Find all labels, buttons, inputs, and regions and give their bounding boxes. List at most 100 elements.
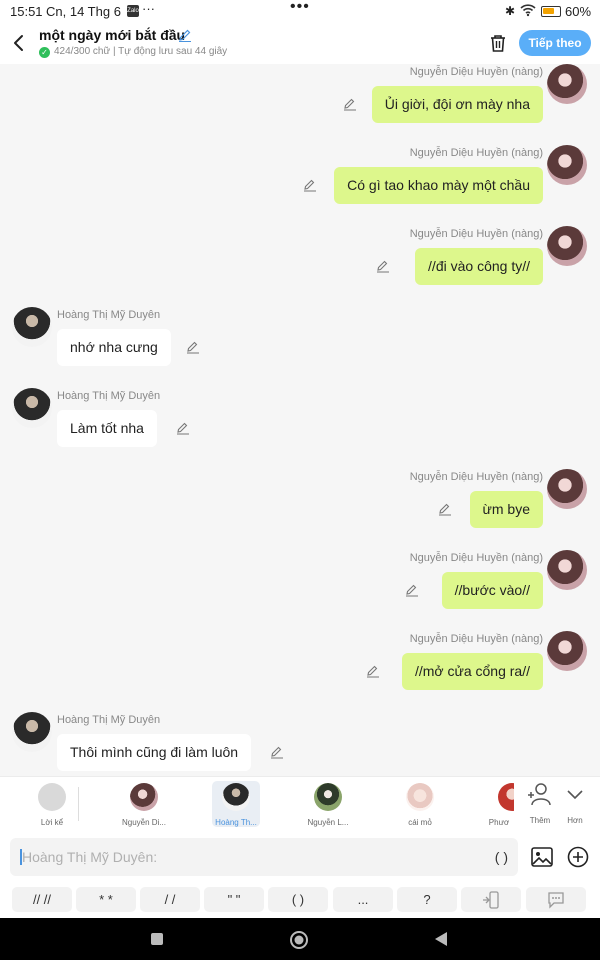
- page-title[interactable]: một ngày mới bắt đầu: [39, 27, 185, 43]
- add-character-label: Thêm: [529, 816, 551, 825]
- wifi-icon: [520, 4, 536, 17]
- parentheses-button[interactable]: ( ): [495, 849, 508, 865]
- edit-message-icon[interactable]: [376, 259, 390, 273]
- avatar[interactable]: [12, 388, 52, 428]
- edit-message-icon[interactable]: [438, 502, 452, 516]
- edit-message-icon[interactable]: [186, 340, 200, 354]
- character-item[interactable]: Nguyễn L...: [304, 781, 352, 827]
- edit-message-icon[interactable]: [405, 583, 419, 597]
- character-name: Hoàng Th...: [215, 818, 257, 827]
- quick-key[interactable]: * *: [76, 887, 136, 912]
- avatar[interactable]: [12, 307, 52, 347]
- avatar[interactable]: [547, 226, 587, 266]
- bluetooth-icon: ✱: [505, 4, 516, 18]
- multiwindow-dots-icon[interactable]: •••: [290, 0, 310, 16]
- input-bar: Hoàng Thị Mỹ Duyên: ( ): [0, 832, 600, 882]
- character-name: Phươ: [488, 818, 510, 827]
- phone-key[interactable]: [461, 887, 521, 912]
- status-date: Cn, 14 Thg 6: [46, 4, 121, 19]
- header: một ngày mới bắt đầu ✓ 424/300 chữ | Tự đ…: [0, 24, 600, 64]
- quick-key[interactable]: // //: [12, 887, 72, 912]
- chat-key[interactable]: [526, 887, 586, 912]
- add-icon[interactable]: [567, 846, 589, 868]
- edit-message-icon[interactable]: [176, 421, 190, 435]
- save-status-text: 424/300 chữ | Tự động lưu sau 44 giây: [54, 46, 228, 57]
- status-more-icon: ···: [142, 1, 155, 16]
- home-icon[interactable]: [289, 930, 309, 950]
- notification-icon: Zalo: [127, 5, 139, 17]
- edit-message-icon[interactable]: [303, 178, 317, 192]
- avatar: [130, 783, 158, 811]
- image-icon[interactable]: [531, 847, 553, 867]
- message-bubble[interactable]: Ủi giời, đội ơn mày nha: [371, 86, 543, 123]
- quick-key[interactable]: ...: [333, 887, 393, 912]
- back-nav-icon[interactable]: [434, 931, 448, 947]
- message-row: Nguyễn Diệu Huyền (nàng) //đi vào công t…: [0, 226, 600, 307]
- chevron-down-icon: [567, 790, 583, 800]
- status-time: 15:51: [10, 4, 43, 19]
- message-input[interactable]: Hoàng Thị Mỹ Duyên: ( ): [10, 838, 518, 876]
- avatar: [498, 783, 514, 811]
- edit-message-icon[interactable]: [343, 97, 357, 111]
- quick-key[interactable]: ( ): [268, 887, 328, 912]
- message-row: Hoàng Thị Mỹ Duyên Làm tốt nha: [0, 388, 600, 469]
- recents-icon[interactable]: [150, 932, 164, 946]
- quick-key[interactable]: ?: [397, 887, 457, 912]
- narrator-icon: [38, 783, 66, 811]
- message-row: Nguyễn Diệu Huyền (nàng) //mở cửa cổng r…: [0, 631, 600, 712]
- avatar[interactable]: [547, 145, 587, 185]
- add-person-icon: [528, 783, 551, 806]
- quick-insert-bar: // // * * / / " " ( ) ... ?: [0, 882, 600, 918]
- battery-percent: 60%: [565, 4, 592, 19]
- avatar[interactable]: [547, 469, 587, 509]
- message-row: Nguyễn Diệu Huyền (nàng) Có gì tao khao …: [0, 145, 600, 226]
- message-bubble[interactable]: //mở cửa cổng ra//: [401, 653, 543, 690]
- sender-name: Nguyễn Diệu Huyền (nàng): [409, 66, 543, 78]
- avatar[interactable]: [12, 712, 52, 752]
- edit-message-icon[interactable]: [270, 745, 284, 759]
- avatar: [222, 783, 250, 811]
- message-bubble[interactable]: //bước vào//: [441, 572, 543, 609]
- character-item[interactable]: cái mỏ: [396, 781, 444, 827]
- message-bubble[interactable]: Thôi mình cũng đi làm luôn: [57, 734, 252, 771]
- system-nav-bar: [0, 918, 600, 960]
- save-status: ✓ 424/300 chữ | Tự động lưu sau 44 giây: [39, 46, 227, 58]
- character-name: cái mỏ: [408, 818, 432, 827]
- character-item[interactable]: Nguyễn Di...: [120, 781, 168, 827]
- message-row: Hoàng Thị Mỹ Duyên nhớ nha cưng: [0, 307, 600, 388]
- sender-name: Hoàng Thị Mỹ Duyên: [57, 714, 161, 726]
- character-item-selected[interactable]: Hoàng Th...: [212, 781, 260, 827]
- avatar: [406, 783, 434, 811]
- character-item[interactable]: Phươ: [488, 781, 514, 827]
- message-row: Nguyễn Diệu Huyền (nàng) //bước vào//: [0, 550, 600, 631]
- character-narrator[interactable]: Lời kể: [28, 781, 76, 827]
- edit-title-icon[interactable]: [178, 28, 192, 42]
- check-icon: ✓: [39, 47, 50, 58]
- add-character-button[interactable]: Thêm: [525, 781, 555, 825]
- phone-arrow-icon: [483, 891, 499, 909]
- input-placeholder: Hoàng Thị Mỹ Duyên:: [22, 849, 158, 865]
- collapse-button[interactable]: Hơn: [560, 781, 590, 825]
- message-bubble[interactable]: //đi vào công ty//: [415, 248, 543, 285]
- avatar: [314, 783, 342, 811]
- avatar[interactable]: [547, 64, 587, 104]
- next-button[interactable]: Tiếp theo: [519, 30, 591, 56]
- character-selector: Lời kể Nguyễn Di... Hoàng Th... Nguyễn L…: [0, 776, 600, 832]
- message-bubble[interactable]: ừm bye: [469, 491, 543, 528]
- edit-message-icon[interactable]: [366, 664, 380, 678]
- back-icon[interactable]: [10, 32, 28, 54]
- quick-key[interactable]: " ": [204, 887, 264, 912]
- message-bubble[interactable]: Làm tốt nha: [57, 410, 157, 447]
- message-bubble[interactable]: Có gì tao khao mày một chầu: [334, 167, 543, 204]
- collapse-label: Hơn: [567, 816, 583, 825]
- avatar[interactable]: [547, 550, 587, 590]
- sender-name: Nguyễn Diệu Huyền (nàng): [409, 471, 543, 483]
- character-name: Nguyễn L...: [307, 818, 349, 827]
- sender-name: Nguyễn Diệu Huyền (nàng): [409, 228, 543, 240]
- trash-icon[interactable]: [488, 33, 508, 53]
- quick-key[interactable]: / /: [140, 887, 200, 912]
- message-bubble[interactable]: nhớ nha cưng: [57, 329, 171, 366]
- message-row: Hoàng Thị Mỹ Duyên Thôi mình cũng đi làm…: [0, 712, 600, 776]
- chat-area[interactable]: Nguyễn Diệu Huyền (nàng) Ủi giời, đội ơn…: [0, 64, 600, 776]
- avatar[interactable]: [547, 631, 587, 671]
